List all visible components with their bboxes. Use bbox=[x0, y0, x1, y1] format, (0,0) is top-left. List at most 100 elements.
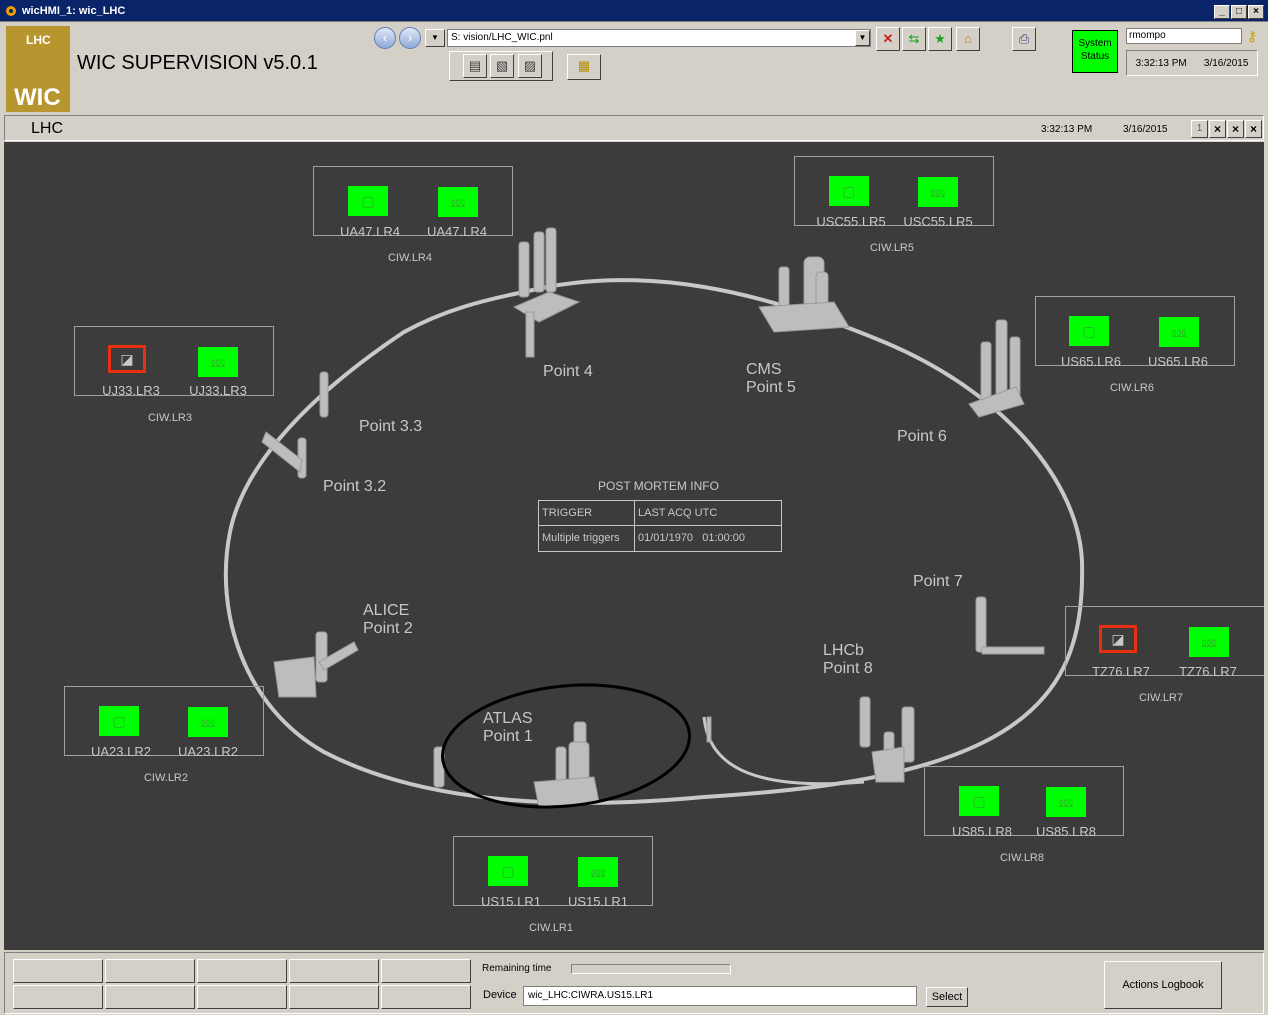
cabinet-2-indicator[interactable]: ⅏ bbox=[918, 177, 958, 207]
cabinet-1-indicator[interactable]: ▢ bbox=[348, 186, 388, 216]
login-key-icon[interactable]: ⚷ bbox=[1243, 28, 1261, 46]
trend-icon[interactable]: ▧ bbox=[490, 54, 514, 78]
cabinet-1-fault-indicator[interactable]: ◪ bbox=[1099, 625, 1137, 653]
cabinet-2-label: US85.LR8 bbox=[1036, 824, 1096, 839]
point8-label: LHCb Point 8 bbox=[823, 642, 873, 678]
cabinet-2-label: US65.LR6 bbox=[1148, 354, 1208, 369]
cabinet-1-indicator[interactable]: ▢ bbox=[488, 856, 528, 886]
panel-page-number[interactable]: 1 bbox=[1191, 120, 1208, 138]
point2-label: ALICE Point 2 bbox=[363, 602, 413, 638]
cabinet-1-indicator[interactable]: ▢ bbox=[959, 786, 999, 816]
ciw-label: CIW.LR5 bbox=[869, 242, 914, 254]
cabinet-1-label: TZ76.LR7 bbox=[1092, 664, 1150, 679]
ciw-label: CIW.LR2 bbox=[143, 772, 188, 784]
back-icon[interactable]: ‹ bbox=[374, 27, 396, 49]
ciw-label: CIW.LR7 bbox=[1138, 692, 1183, 704]
panel-close-button-1[interactable]: × bbox=[1209, 120, 1226, 138]
panel-close-button-3[interactable]: × bbox=[1245, 120, 1262, 138]
post-mortem-title: POST MORTEM INFO bbox=[598, 479, 719, 493]
panel-close-button-2[interactable]: × bbox=[1227, 120, 1244, 138]
function-button-10[interactable] bbox=[381, 985, 471, 1009]
select-button[interactable]: Select bbox=[926, 987, 968, 1007]
device-field[interactable]: wic_LHC:CIWRA.US15.LR1 bbox=[523, 986, 917, 1006]
pm-trigger-value: Multiple triggers bbox=[539, 526, 635, 551]
function-button-3[interactable] bbox=[197, 959, 287, 983]
home-icon[interactable]: ⌂ bbox=[956, 27, 980, 51]
point1-name: ATLAS bbox=[483, 710, 533, 727]
function-button-7[interactable] bbox=[105, 985, 195, 1009]
cabinet-2-label: US15.LR1 bbox=[568, 894, 628, 909]
function-button-8[interactable] bbox=[197, 985, 287, 1009]
function-button-6[interactable] bbox=[13, 985, 103, 1009]
search-doc-icon[interactable]: ▨ bbox=[518, 54, 542, 78]
cabinet-1-label: USC55.LR5 bbox=[816, 214, 886, 229]
point2-structure bbox=[273, 631, 359, 698]
path-dropdown-chevron-icon[interactable]: ▼ bbox=[855, 30, 870, 46]
close-window-button[interactable]: × bbox=[1248, 5, 1264, 19]
cabinet-1-label: US15.LR1 bbox=[481, 894, 541, 909]
cabinet-2-indicator[interactable]: ⅏ bbox=[1189, 627, 1229, 657]
minimize-button[interactable]: _ bbox=[1214, 5, 1230, 19]
header-time: 3:32:13 PM bbox=[1135, 57, 1187, 69]
cabinet-2-indicator[interactable]: ⅏ bbox=[1046, 787, 1086, 817]
lhc-ring-canvas: Point 4 CMS Point 5 Point 6 Point 3.3 Poi… bbox=[4, 142, 1264, 950]
function-button-2[interactable] bbox=[105, 959, 195, 983]
panel-date: 3/16/2015 bbox=[1123, 124, 1168, 135]
panel-title: LHC bbox=[31, 120, 64, 137]
user-field[interactable]: rmompo bbox=[1126, 28, 1242, 44]
remaining-time-label: Remaining time bbox=[482, 963, 552, 974]
panel-time: 3:32:13 PM bbox=[1041, 124, 1093, 135]
ciw-label: CIW.LR8 bbox=[999, 852, 1044, 864]
cabinet-2-indicator[interactable]: ⅏ bbox=[438, 187, 478, 217]
print-icon[interactable]: ⎙ bbox=[1012, 27, 1036, 51]
cabinet-1-indicator[interactable]: ▢ bbox=[829, 176, 869, 206]
ciw-label: CIW.LR3 bbox=[147, 412, 192, 424]
cabinet-2-label: UA47.LR4 bbox=[427, 224, 487, 239]
pm-header-trigger: TRIGGER bbox=[539, 501, 635, 526]
panel-bar: LHC 3:32:13 PM 3/16/2015 1 × × × bbox=[4, 115, 1264, 141]
function-button-5[interactable] bbox=[381, 959, 471, 983]
wic-logo: LHC WIC bbox=[6, 26, 70, 112]
stop-icon[interactable]: ✕ bbox=[876, 27, 900, 51]
app-title: WIC SUPERVISION v5.0.1 bbox=[77, 52, 318, 74]
window-title: wicHMI_1: wic_LHC bbox=[22, 4, 126, 17]
app-gear-icon bbox=[4, 4, 18, 18]
actions-logbook-button[interactable]: Actions Logbook bbox=[1104, 961, 1222, 1009]
header-date: 3/16/2015 bbox=[1203, 57, 1249, 69]
cabinet-1-indicator[interactable]: ▢ bbox=[1069, 316, 1109, 346]
point5-structure bbox=[758, 256, 850, 333]
transfer-line bbox=[702, 716, 865, 786]
point6-label: Point 6 bbox=[897, 428, 947, 445]
cabinet-1-label: UJ33.LR3 bbox=[102, 383, 160, 398]
device-label: Device bbox=[483, 989, 517, 1001]
ciw-label: CIW.LR6 bbox=[1109, 382, 1154, 394]
point1-label: ATLAS Point 1 bbox=[483, 710, 533, 746]
cabinet-2-indicator[interactable]: ⅏ bbox=[188, 707, 228, 737]
cabinet-1-fault-indicator[interactable]: ◪ bbox=[108, 345, 146, 373]
function-button-4[interactable] bbox=[289, 959, 379, 983]
notes-icon[interactable]: ▦ bbox=[567, 54, 601, 80]
maximize-button[interactable]: □ bbox=[1231, 5, 1247, 19]
cabinet-2-label: TZ76.LR7 bbox=[1179, 664, 1237, 679]
post-mortem-table: TRIGGER LAST ACQ UTC Multiple triggers 0… bbox=[538, 500, 782, 552]
point8-name: LHCb bbox=[823, 642, 864, 659]
panel-path-field[interactable]: S: vision/LHC_WIC.pnl bbox=[447, 29, 871, 47]
pm-last-acq-value: 01/01/1970 01:00:00 bbox=[638, 532, 746, 544]
function-button-1[interactable] bbox=[13, 959, 103, 983]
cabinet-1-label: UA23.LR2 bbox=[91, 744, 151, 759]
cabinet-2-indicator[interactable]: ⅏ bbox=[578, 857, 618, 887]
cabinet-1-indicator[interactable]: ▢ bbox=[99, 706, 139, 736]
favorite-star-icon[interactable]: ★ bbox=[928, 27, 952, 51]
cabinet-2-indicator[interactable]: ⅏ bbox=[198, 347, 238, 377]
cabinet-1-label: UA47.LR4 bbox=[340, 224, 400, 239]
history-dropdown-button[interactable]: ▼ bbox=[425, 29, 445, 47]
header-clock: 3:32:13 PM 3/16/2015 bbox=[1126, 50, 1258, 76]
cabinet-2-indicator[interactable]: ⅏ bbox=[1159, 317, 1199, 347]
forward-icon[interactable]: › bbox=[399, 27, 421, 49]
system-status-indicator[interactable]: System Status bbox=[1072, 30, 1118, 73]
point6-structure bbox=[968, 319, 1025, 418]
function-button-9[interactable] bbox=[289, 985, 379, 1009]
refresh-icon[interactable]: ⇆ bbox=[902, 27, 926, 51]
panel-tree-icon[interactable]: ▤ bbox=[463, 54, 487, 78]
cabinet-2-label: UA23.LR2 bbox=[178, 744, 238, 759]
